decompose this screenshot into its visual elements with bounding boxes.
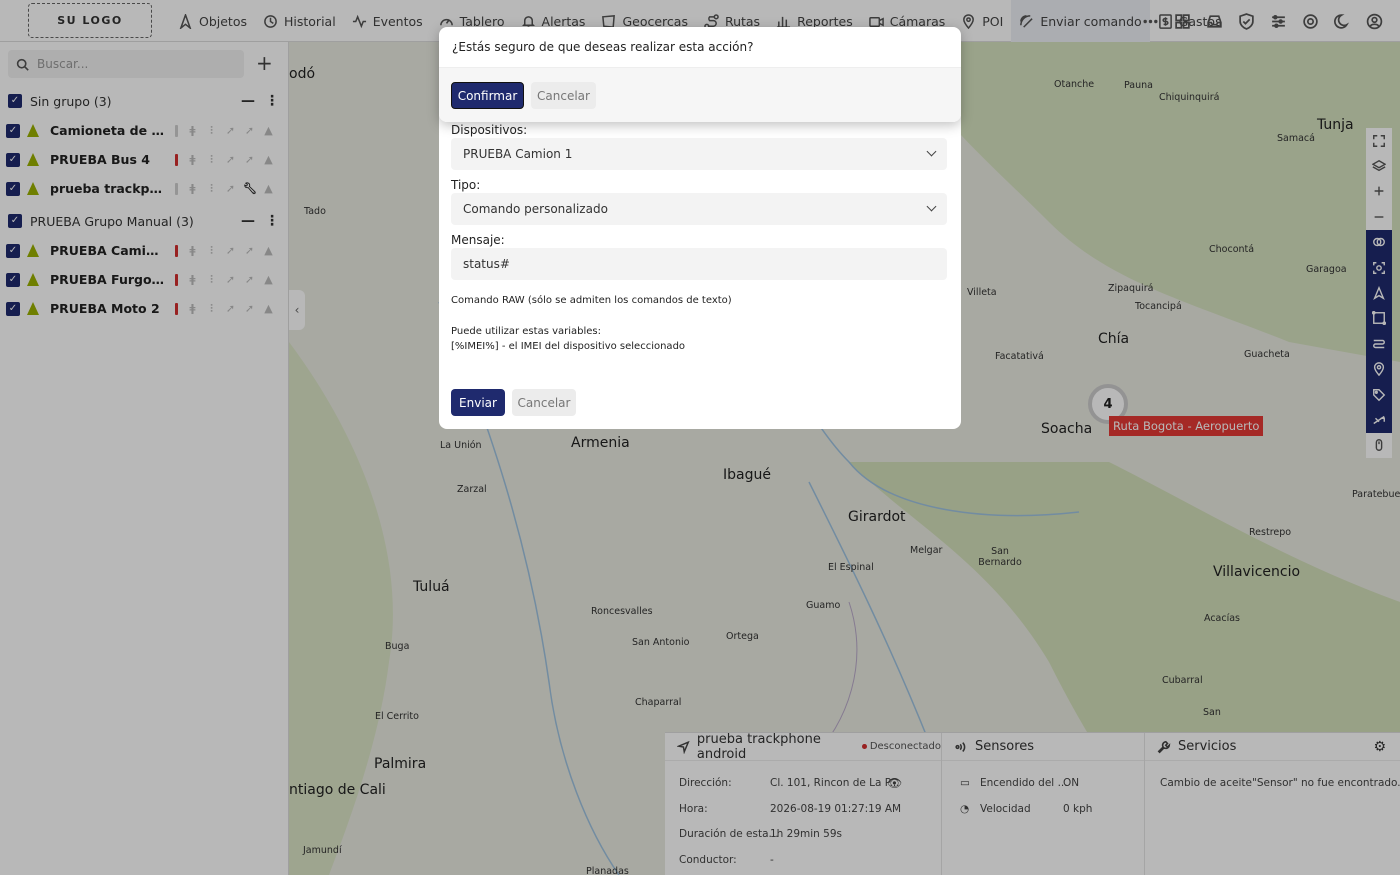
chevron-down-icon bbox=[926, 146, 937, 157]
confirm-button[interactable]: Confirmar bbox=[451, 82, 524, 109]
message-label: Mensaje: bbox=[451, 233, 505, 247]
type-select[interactable]: Comando personalizado bbox=[451, 193, 947, 225]
send-button[interactable]: Enviar bbox=[451, 389, 505, 416]
cancel-button[interactable]: Cancelar bbox=[512, 389, 576, 416]
confirm-dialog: ¿Estás seguro de que deseas realizar est… bbox=[439, 27, 961, 122]
message-input[interactable]: status# bbox=[451, 248, 947, 280]
variables-title: Puede utilizar estas variables: bbox=[451, 326, 602, 337]
confirm-question: ¿Estás seguro de que deseas realizar est… bbox=[439, 27, 961, 68]
type-select-value: Comando personalizado bbox=[463, 202, 608, 216]
type-label: Tipo: bbox=[451, 178, 481, 192]
confirm-cancel-button[interactable]: Cancelar bbox=[531, 82, 596, 109]
variables-item: [%IMEI%] - el IMEI del dispositivo selec… bbox=[451, 341, 686, 352]
devices-select[interactable]: PRUEBA Camion 1 bbox=[451, 138, 947, 170]
devices-select-value: PRUEBA Camion 1 bbox=[463, 147, 573, 161]
chevron-down-icon bbox=[926, 201, 937, 212]
confirm-actions: Confirmar Cancelar bbox=[439, 68, 961, 122]
devices-label: Dispositivos: bbox=[451, 123, 528, 137]
raw-note: Comando RAW (sólo se admiten los comando… bbox=[451, 295, 732, 306]
message-input-value: status# bbox=[463, 257, 510, 271]
send-command-modal: Dispositivos: PRUEBA Camion 1 Tipo: Coma… bbox=[439, 108, 961, 429]
